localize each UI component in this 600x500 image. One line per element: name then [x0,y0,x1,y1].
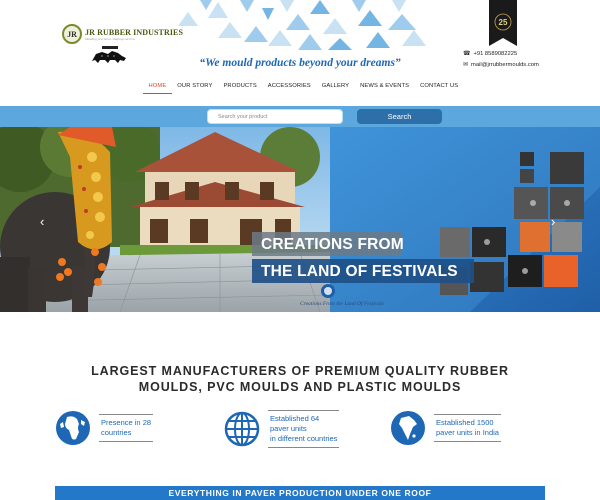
globe-africa-icon [56,411,90,445]
25-years-badge-icon: 25 [489,0,517,46]
company-name: JR RUBBER INDUSTRIES [85,27,184,37]
stat-paver-units-abroad-text: Established 64 paver units in different … [268,410,340,448]
search-input[interactable] [207,109,343,124]
logo-mark: JR [62,24,82,44]
company-tagline: Molding precision, shaping success [85,36,135,41]
nav-accessories[interactable]: ACCESSORIES [262,80,316,94]
chevron-right-icon[interactable]: › [551,215,555,228]
stat-presence-text: Presence in 28 countries [99,414,154,442]
hero-title-line1: CREATIONS FROM [261,236,404,253]
nav-our-story[interactable]: OUR STORY [172,80,218,94]
intro-heading-line2: MOULDS, PVC MOULDS AND PLASTIC MOULDS [138,380,462,394]
search-button[interactable]: Search [357,109,442,124]
company-logo[interactable]: JR JR RUBBER INDUSTRIES Molding precisio… [62,24,183,44]
nav-news-events[interactable]: NEWS & EVENTS [355,80,415,94]
intro-heading: LARGEST MANUFACTURERS OF PREMIUM QUALITY… [0,363,600,395]
slogan: “We mould products beyond your dreams” [199,57,401,69]
one-roof-banner: EVERYTHING IN PAVER PRODUCTION UNDER ONE… [55,486,545,500]
nav-contact-us[interactable]: CONTACT US [415,80,464,94]
hero-caption: Creations From the Land Of Festivals [300,301,384,307]
svg-text:25: 25 [499,18,508,27]
chevron-left-icon[interactable]: ‹ [40,215,44,228]
stat-paver-units-india: Established 1500 paver units in India [390,410,501,446]
globe-india-icon [391,411,425,445]
globe-grid-icon [224,411,260,447]
hero-slider: CREATIONS FROM THE LAND OF FESTIVALS Cre… [0,127,600,312]
triangle-pattern-decoration [178,0,426,50]
search-bar: Search [0,106,600,127]
nav-home[interactable]: HOME [143,80,172,94]
stat-paver-units-india-text: Established 1500 paver units in India [434,414,501,442]
nav-gallery[interactable]: GALLERY [316,80,354,94]
nav-products[interactable]: PRODUCTS [218,80,262,94]
stat-paver-units-abroad: Established 64 paver units in different … [224,410,340,448]
stat-presence: Presence in 28 countries [55,410,154,446]
intro-heading-line1: LARGEST MANUFACTURERS OF PREMIUM QUALITY… [91,364,509,378]
site-header: JR JR RUBBER INDUSTRIES Molding precisio… [0,0,600,106]
hero-title-line2: THE LAND OF FESTIVALS [261,263,458,280]
hero-image [0,127,600,312]
main-navigation: HOME OUR STORY PRODUCTS ACCESSORIES GALL… [143,80,464,94]
